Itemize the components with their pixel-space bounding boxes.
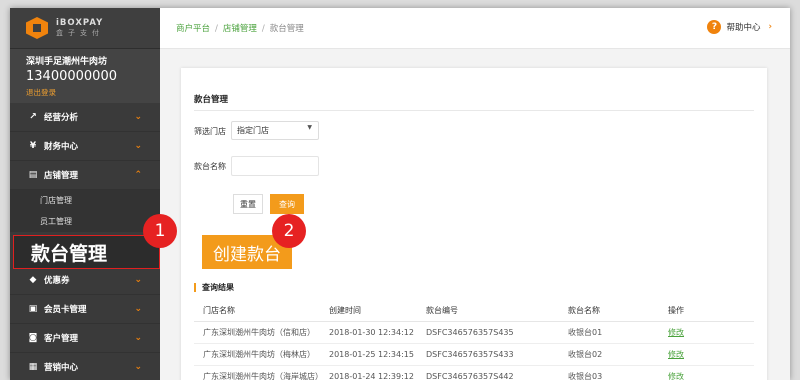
logo-icon [26,17,48,39]
store-name: 深圳手足潮州牛肉坊 [26,57,108,67]
table-row: 广东深圳潮州牛肉坊（海岸城店） 2018-01-24 12:39:12 DSFC… [194,365,754,380]
sidebar-item-label: 店铺管理 [44,171,79,181]
logo-name-cn: 盒子支付 [56,29,104,38]
sidebar-item-customers[interactable]: ◙ 客户管理 ⌄ [10,324,160,353]
sidebar-subitem-stores[interactable]: 门店管理 [10,190,160,211]
merchant-info: 深圳手足潮州牛肉坊 13400000000 退出登录 [10,49,160,103]
cell-store: 广东深圳潮州牛肉坊（梅林店） [194,343,329,366]
chevron-right-icon: › [768,22,772,32]
table-header-row: 门店名称 创建时间 款台编号 款台名称 操作 [194,301,754,322]
cell-cashier-id: DSFC346576357S433 [426,343,568,366]
yen-icon: ¥ [29,141,37,151]
chevron-down-icon: ⌄ [134,141,142,151]
results-heading: 查询结果 [194,283,234,292]
user-icon: ◙ [28,333,38,343]
card-icon: ▣ [28,304,38,314]
store-select[interactable]: 指定门店 ▼ [231,121,319,140]
cell-cashier-name: 收银台03 [568,365,668,380]
app-window: iBOXPAY 盒子支付 深圳手足潮州牛肉坊 13400000000 退出登录 … [10,8,790,380]
sidebar-item-label: 会员卡管理 [44,305,87,315]
ticket-icon: ◆ [29,275,37,285]
step-badge-1: 1 [143,214,177,248]
logo: iBOXPAY 盒子支付 [10,8,160,49]
cashier-name-input[interactable] [231,156,319,176]
cell-cashier-name: 收银台01 [568,321,668,344]
sidebar-subitem-staff[interactable]: 员工管理 [10,211,160,232]
sidebar-item-label: 财务中心 [44,142,79,152]
sidebar-item-marketing[interactable]: ▦ 营销中心 ⌄ [10,353,160,380]
breadcrumb-separator: / [215,24,218,34]
edit-link[interactable]: 修改 [668,365,754,380]
cashier-name-label: 款台名称 [194,162,226,171]
sidebar-item-label: 营销中心 [44,363,79,373]
divider [194,110,754,111]
caret-down-icon: ▼ [307,124,312,131]
sidebar: iBOXPAY 盒子支付 深圳手足潮州牛肉坊 13400000000 退出登录 … [10,8,160,380]
sidebar-item-analytics[interactable]: ↗ 经营分析 ⌄ [10,103,160,132]
column-header-store: 门店名称 [194,301,329,322]
cell-created: 2018-01-24 12:39:12 [329,365,426,380]
sidebar-item-finance[interactable]: ¥ 财务中心 ⌄ [10,132,160,161]
sidebar-item-coupons[interactable]: ◆ 优惠券 ⌄ [10,266,160,295]
chevron-down-icon: ⌄ [134,304,142,314]
top-bar: 商户平台 / 店铺管理 / 款台管理 ? 帮助中心 › [160,8,790,49]
edit-link[interactable]: 修改 [668,343,754,366]
cell-store: 广东深圳潮州牛肉坊（海岸城店） [194,365,329,380]
chevron-down-icon: ⌄ [134,362,142,372]
chevron-down-icon: ⌄ [134,333,142,343]
help-label: 帮助中心 [726,23,761,33]
sidebar-item-label: 客户管理 [44,334,79,344]
cell-cashier-id: DSFC346576357S442 [426,365,568,380]
edit-link[interactable]: 修改 [668,321,754,344]
help-center-link[interactable]: ? 帮助中心 › [707,20,772,34]
column-header-created: 创建时间 [329,301,426,322]
marketing-icon: ▦ [28,362,38,372]
breadcrumb-separator: / [261,24,265,34]
table-row: 广东深圳潮州牛肉坊（信和店） 2018-01-30 12:34:12 DSFC3… [194,321,754,344]
cell-created: 2018-01-30 12:34:12 [329,321,426,344]
results-table: 门店名称 创建时间 款台编号 款台名称 操作 广东深圳潮州牛肉坊（信和店） 20… [194,301,754,380]
filter-store-label: 筛选门店 [194,127,226,136]
store-select-value: 指定门店 [237,126,269,135]
column-header-action: 操作 [668,301,754,322]
reset-button[interactable]: 重置 [233,194,263,214]
merchant-phone: 13400000000 [26,69,117,84]
breadcrumb: 商户平台 / 店铺管理 / 款台管理 [176,22,304,34]
logo-name-en: iBOXPAY [56,17,104,28]
chart-icon: ↗ [29,112,37,122]
main-card: 款台管理 筛选门店 指定门店 ▼ 款台名称 重置 查询 查询结果 门店名称 创建… [181,68,767,380]
chevron-down-icon: ⌄ [134,112,142,122]
sidebar-item-label: 经营分析 [44,113,79,123]
column-header-cashier-name: 款台名称 [568,301,668,322]
cell-store: 广东深圳潮州牛肉坊（信和店） [194,321,329,344]
breadcrumb-merchant-platform[interactable]: 商户平台 [176,24,210,34]
shop-icon: ▤ [28,170,38,180]
column-header-cashier-id: 款台编号 [426,301,568,322]
cell-cashier-name: 收银台02 [568,343,668,366]
step-badge-2: 2 [272,214,306,248]
breadcrumb-current: 款台管理 [269,24,304,34]
breadcrumb-store-management[interactable]: 店铺管理 [223,24,257,34]
sidebar-item-store-management[interactable]: ▤ 店铺管理 ⌃ [10,161,160,190]
logout-link[interactable]: 退出登录 [26,87,144,98]
sidebar-item-label: 优惠券 [44,276,70,286]
help-icon: ? [707,20,722,34]
table-row: 广东深圳潮州牛肉坊（梅林店） 2018-01-25 12:34:15 DSFC3… [194,343,754,366]
sidebar-subitem-cashier-active[interactable]: 款台管理 [13,235,160,269]
query-button[interactable]: 查询 [270,194,304,214]
chevron-up-icon: ⌃ [134,170,142,180]
page-title: 款台管理 [194,95,229,105]
chevron-down-icon: ⌄ [134,275,142,285]
cell-cashier-id: DSFC346576357S435 [426,321,568,344]
cell-created: 2018-01-25 12:34:15 [329,343,426,366]
sidebar-item-membership[interactable]: ▣ 会员卡管理 ⌄ [10,295,160,324]
